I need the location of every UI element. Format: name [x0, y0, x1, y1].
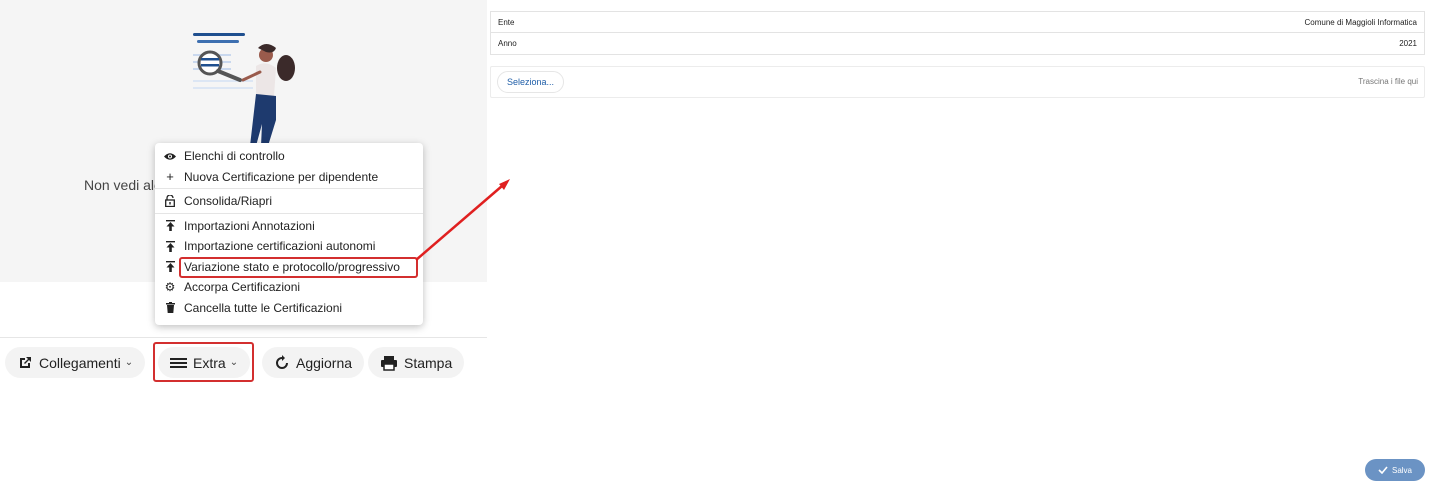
menu-item-label: Importazione certificazioni autonomi: [184, 239, 376, 254]
select-file-button[interactable]: Seleziona...: [497, 71, 565, 93]
menu-item-consolida-riapri[interactable]: Consolida/Riapri: [155, 191, 423, 212]
menu-item-importazioni-annotazioni[interactable]: Importazioni Annotazioni: [155, 216, 423, 237]
lock-open-icon: [164, 195, 176, 208]
upload-icon: [164, 240, 176, 252]
print-label: Stampa: [404, 354, 453, 371]
menu-item-importazione-autonomi[interactable]: Importazione certificazioni autonomi: [155, 236, 423, 257]
upload-icon: [164, 261, 176, 273]
trash-icon: [164, 302, 176, 314]
eye-icon: [164, 150, 176, 162]
plus-icon: +: [166, 169, 174, 185]
menu-divider: [155, 188, 423, 189]
ente-label: Ente: [498, 18, 515, 27]
upload-icon: [164, 220, 176, 232]
refresh-button[interactable]: Aggiorna: [262, 347, 365, 378]
printer-icon: [381, 355, 397, 371]
menu-item-label: Variazione stato e protocollo/progressiv…: [184, 259, 400, 274]
menu-item-label: Elenchi di controllo: [184, 149, 285, 164]
print-button[interactable]: Stampa: [368, 347, 465, 378]
refresh-label: Aggiorna: [296, 354, 353, 371]
menu-item-accorpa-certificazioni[interactable]: ⚙ Accorpa Certificazioni: [155, 277, 423, 298]
drop-hint: Trascina i file qui: [1358, 77, 1418, 86]
chevron-down-icon: ⌄: [124, 357, 134, 368]
menu-item-cancella-certificazioni[interactable]: Cancella tutte le Certificazioni: [155, 298, 423, 319]
anno-label: Anno: [498, 39, 517, 48]
menu-item-label: Importazioni Annotazioni: [184, 218, 315, 233]
ente-value: Comune di Maggioli Informatica: [1304, 18, 1418, 27]
file-upload-dropzone[interactable]: Seleziona... Trascina i file qui: [490, 66, 1425, 98]
save-label: Salva: [1391, 465, 1412, 475]
menu-item-variazione-stato[interactable]: Variazione stato e protocollo/progressiv…: [155, 257, 423, 278]
menu-item-label: Accorpa Certificazioni: [184, 280, 301, 295]
ente-row: Ente Comune di Maggioli Informatica: [490, 11, 1425, 33]
save-button[interactable]: Salva: [1365, 459, 1425, 481]
refresh-icon: [276, 354, 288, 369]
divider: [0, 337, 487, 338]
extra-dropdown-menu: Elenchi di controllo + Nuova Certificazi…: [155, 143, 423, 325]
gear-icon: ⚙: [164, 280, 176, 295]
anno-row: Anno 2021: [490, 33, 1425, 55]
menu-item-elenchi-controllo[interactable]: Elenchi di controllo: [155, 146, 423, 167]
menu-divider: [155, 212, 423, 214]
external-link-icon: [20, 356, 31, 368]
links-button[interactable]: Collegamenti ⌄: [5, 347, 146, 378]
menu-item-label: Nuova Certificazione per dipendente: [184, 169, 379, 184]
check-icon: [1378, 466, 1388, 474]
search-illustration-icon: [193, 33, 295, 146]
links-label: Collegamenti: [39, 354, 121, 371]
menu-item-nuova-certificazione[interactable]: + Nuova Certificazione per dipendente: [155, 167, 423, 188]
certification-form: Ente Comune di Maggioli Informatica Anno…: [490, 11, 1425, 98]
menu-item-label: Cancella tutte le Certificazioni: [184, 300, 343, 315]
menu-item-label: Consolida/Riapri: [184, 194, 273, 209]
extra-button-highlight: [153, 342, 254, 382]
anno-value: 2021: [1399, 39, 1417, 48]
